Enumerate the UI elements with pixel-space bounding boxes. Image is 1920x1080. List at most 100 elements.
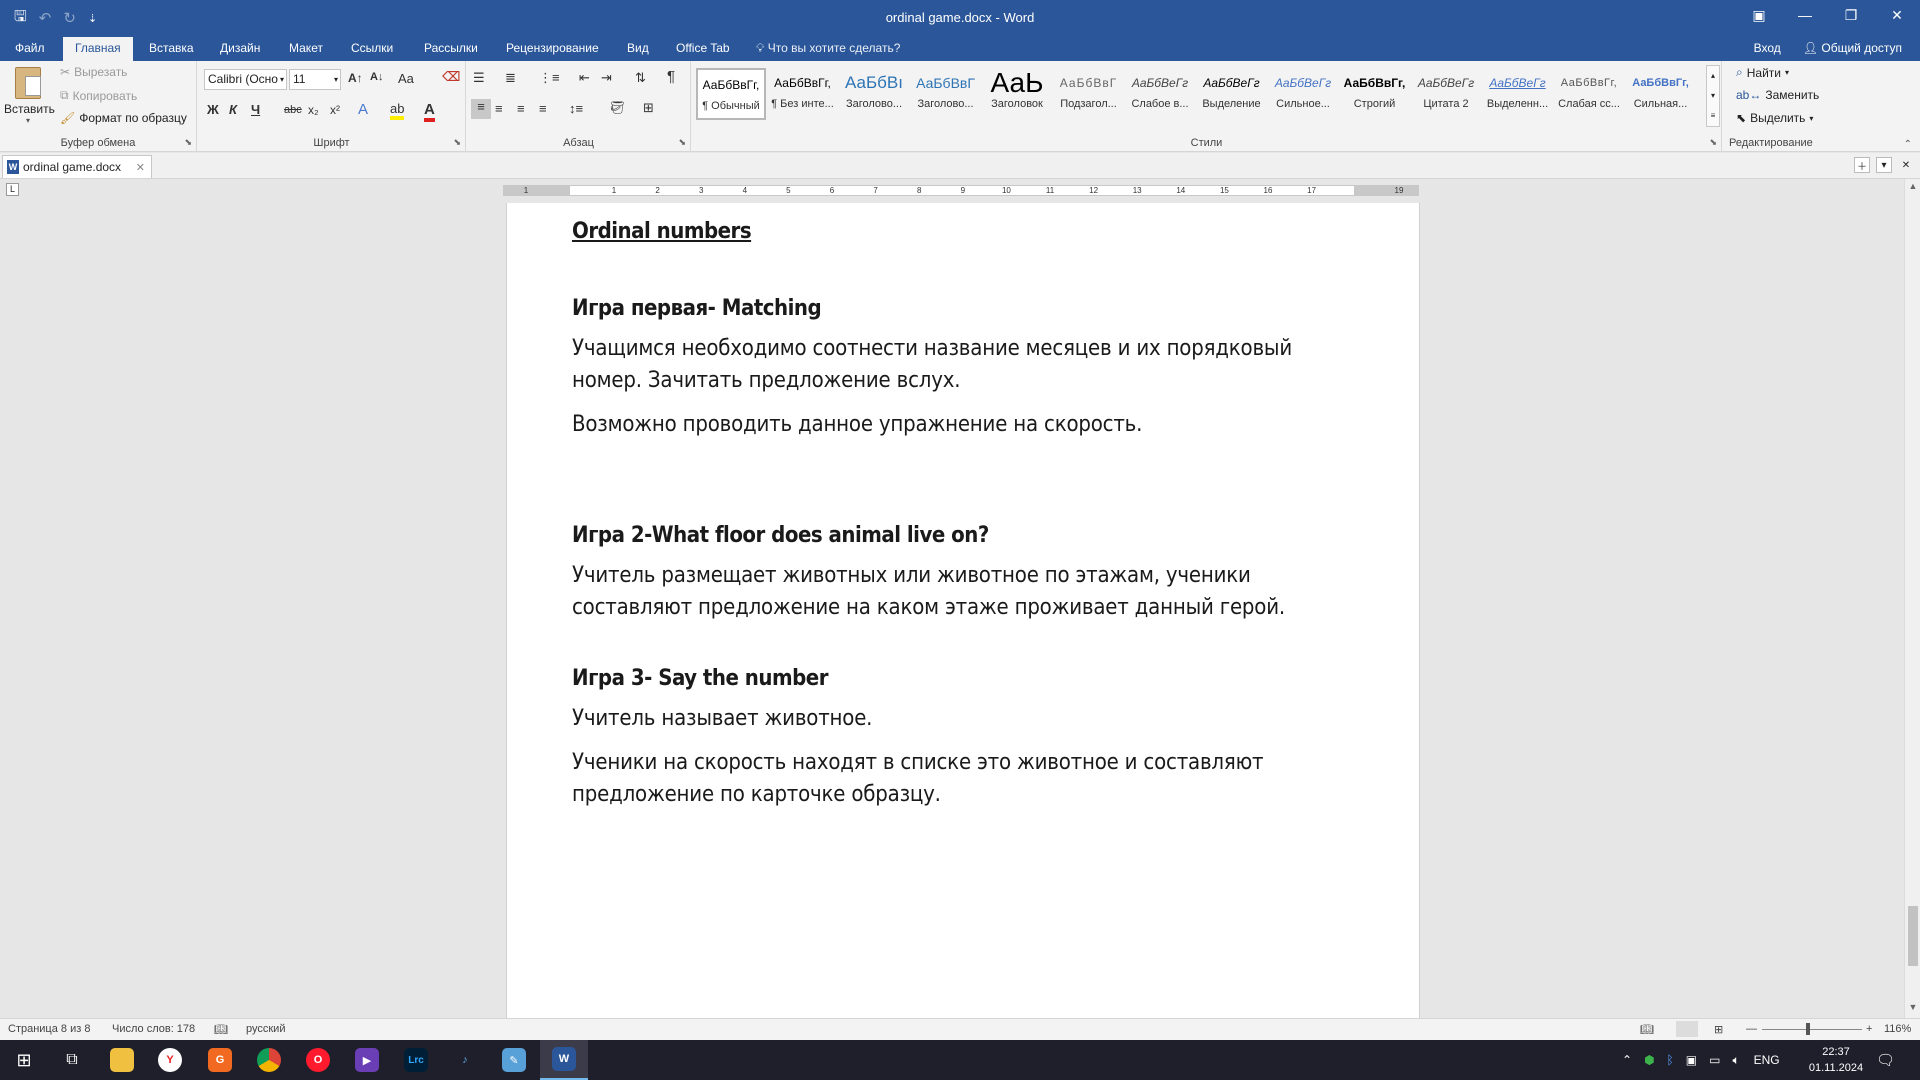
- scroll-down-icon[interactable]: ▾: [1707, 86, 1719, 106]
- style-tile[interactable]: АаБбВвГг, ¶ Без инте...: [768, 68, 838, 120]
- scroll-thumb[interactable]: [1908, 906, 1918, 966]
- tab-review[interactable]: Рецензирование: [496, 37, 609, 61]
- taskbar-explorer[interactable]: [98, 1040, 146, 1080]
- screen-icon[interactable]: ▣: [1686, 1053, 1697, 1067]
- italic-button[interactable]: К: [229, 102, 237, 117]
- zoom-in-icon[interactable]: +: [1866, 1023, 1872, 1035]
- taskbar-chrome[interactable]: [245, 1040, 293, 1080]
- replace-button[interactable]: ab↔ Заменить: [1736, 88, 1819, 102]
- align-right-icon[interactable]: ≡: [517, 101, 525, 116]
- task-view-button[interactable]: ⧉: [48, 1040, 96, 1080]
- numbering-icon[interactable]: ≣: [505, 70, 516, 86]
- language-indicator[interactable]: русский: [246, 1023, 285, 1035]
- document-tab[interactable]: W ordinal game.docx ✕: [2, 155, 152, 178]
- bluetooth-icon[interactable]: ᛒ: [1667, 1053, 1674, 1067]
- bullets-icon[interactable]: ☰: [473, 70, 485, 86]
- close-button[interactable]: ✕: [1874, 0, 1920, 30]
- collapse-ribbon-icon[interactable]: ⌃: [1904, 139, 1912, 150]
- borders-icon[interactable]: ⊞: [643, 100, 654, 116]
- minimize-button[interactable]: —: [1782, 0, 1828, 30]
- styles-launcher-icon[interactable]: ⬊: [1709, 137, 1717, 148]
- find-button[interactable]: ⌕ Найти ▾: [1736, 65, 1789, 80]
- subscript-button[interactable]: x₂: [308, 103, 319, 117]
- style-tile[interactable]: АаБбВвГ Заголово...: [911, 68, 981, 120]
- styles-scroll[interactable]: ▴ ▾ ≡: [1706, 65, 1720, 127]
- clear-formatting-icon[interactable]: ⌫: [442, 69, 460, 85]
- taskbar-app-paint[interactable]: ✎: [490, 1040, 538, 1080]
- bold-button[interactable]: Ж: [207, 102, 219, 117]
- line-spacing-icon[interactable]: ↕≡: [569, 101, 583, 116]
- taskbar-app-purple[interactable]: ▶: [343, 1040, 391, 1080]
- tab-file[interactable]: Файл: [5, 37, 55, 61]
- input-language[interactable]: ENG: [1754, 1053, 1780, 1067]
- taskbar-app-orange[interactable]: G: [196, 1040, 244, 1080]
- scroll-up-icon[interactable]: ▴: [1707, 66, 1719, 86]
- restore-button[interactable]: ❐: [1828, 0, 1874, 30]
- close-document-icon[interactable]: ✕: [1898, 157, 1914, 173]
- taskbar-yandex[interactable]: Y: [146, 1040, 194, 1080]
- paste-button[interactable]: Вставить ▾: [4, 65, 55, 131]
- taskbar-opera[interactable]: O: [294, 1040, 342, 1080]
- style-tile[interactable]: АаБбВвГг, Слабая сс...: [1554, 68, 1624, 120]
- tab-menu-icon[interactable]: ▾: [1876, 157, 1892, 173]
- copy-button[interactable]: ⧉ Копировать: [60, 88, 137, 103]
- tab-insert[interactable]: Вставка: [139, 37, 204, 61]
- vertical-scrollbar[interactable]: ▲ ▼: [1904, 179, 1920, 1018]
- signin-link[interactable]: Вход: [1754, 37, 1781, 59]
- cut-button[interactable]: ✂ Вырезать: [60, 65, 127, 79]
- grow-font-button[interactable]: A↑: [348, 71, 363, 85]
- superscript-button[interactable]: x²: [330, 103, 340, 117]
- sort-icon[interactable]: ⇅: [635, 70, 646, 86]
- style-tile[interactable]: АаБбВеГг Слабое в...: [1125, 68, 1195, 120]
- highlight-color-icon[interactable]: ab: [390, 101, 405, 120]
- zoom-slider[interactable]: [1762, 1029, 1862, 1030]
- change-case-button[interactable]: Aa: [398, 71, 414, 86]
- style-tile[interactable]: АаБбВвГ Подзагол...: [1054, 68, 1124, 120]
- taskbar-app-bird[interactable]: ♪: [441, 1040, 489, 1080]
- paragraph-launcher-icon[interactable]: ⬊: [678, 137, 686, 148]
- taskbar-lightroom[interactable]: Lrc: [392, 1040, 440, 1080]
- word-count[interactable]: Число слов: 178: [112, 1023, 195, 1035]
- multilevel-list-icon[interactable]: ⋮≡: [539, 70, 560, 86]
- read-mode-icon[interactable]: 📖︎: [1640, 1023, 1654, 1036]
- tab-mailings[interactable]: Рассылки: [414, 37, 488, 61]
- font-size-combo[interactable]: 11 ▾: [289, 69, 341, 90]
- proofing-icon[interactable]: 📖︎: [214, 1023, 228, 1036]
- volume-icon[interactable]: 🔈︎: [1732, 1053, 1739, 1068]
- style-tile[interactable]: АаБбВвГг, Сильная...: [1626, 68, 1696, 120]
- horizontal-ruler[interactable]: 1 1 2 3 4 5 6 7 8 9 10 11 12 13 14 15 16 17 19: [503, 185, 1419, 196]
- tab-home[interactable]: Главная: [63, 37, 133, 61]
- new-tab-icon[interactable]: ＋: [1854, 157, 1870, 173]
- document-page[interactable]: Ordinal numbers Игра первая- Matching Уч…: [506, 203, 1420, 1018]
- style-tile[interactable]: АаБбВвГг, ¶ Обычный: [696, 68, 766, 120]
- ribbon-display-options-button[interactable]: ▣: [1736, 0, 1782, 30]
- tab-officetab[interactable]: Office Tab: [666, 37, 740, 61]
- style-tile[interactable]: АаБбВеГг Сильное...: [1268, 68, 1338, 120]
- font-name-combo[interactable]: Calibri (Осно ▾: [204, 69, 287, 90]
- style-tile[interactable]: АаБбВı Заголово...: [839, 68, 909, 120]
- scroll-up-arrow-icon[interactable]: ▲: [1905, 181, 1920, 195]
- clock[interactable]: 22:37 01.11.2024: [1806, 1040, 1866, 1080]
- zoom-out-icon[interactable]: —: [1746, 1023, 1757, 1035]
- justify-icon[interactable]: ≡: [539, 101, 547, 116]
- select-button[interactable]: ⬉ Выделить ▾: [1736, 111, 1813, 125]
- tray-expand-icon[interactable]: ⌃: [1622, 1053, 1632, 1067]
- network-icon[interactable]: ▭: [1709, 1053, 1720, 1067]
- shrink-font-button[interactable]: A↓: [370, 71, 383, 83]
- notifications-button[interactable]: 🗨︎: [1876, 1040, 1895, 1080]
- print-layout-icon[interactable]: [1676, 1021, 1698, 1037]
- shield-icon[interactable]: ⬢: [1644, 1053, 1654, 1067]
- align-left-icon[interactable]: ≡: [471, 99, 491, 119]
- font-launcher-icon[interactable]: ⬊: [453, 137, 461, 148]
- increase-indent-icon[interactable]: ⇥: [601, 70, 612, 86]
- style-tile[interactable]: АаБбВеГг Выделение: [1197, 68, 1267, 120]
- underline-button[interactable]: Ч: [251, 102, 260, 117]
- web-layout-icon[interactable]: ⊞: [1714, 1023, 1723, 1036]
- zoom-slider-thumb[interactable]: [1806, 1023, 1810, 1035]
- start-button[interactable]: ⊞: [0, 1040, 48, 1080]
- share-button[interactable]: 👤︎ Общий доступ: [1803, 37, 1902, 59]
- more-styles-icon[interactable]: ≡: [1707, 106, 1719, 126]
- clipboard-launcher-icon[interactable]: ⬊: [184, 137, 192, 148]
- page-count[interactable]: Страница 8 из 8: [8, 1023, 90, 1035]
- tab-selector[interactable]: L: [6, 183, 19, 196]
